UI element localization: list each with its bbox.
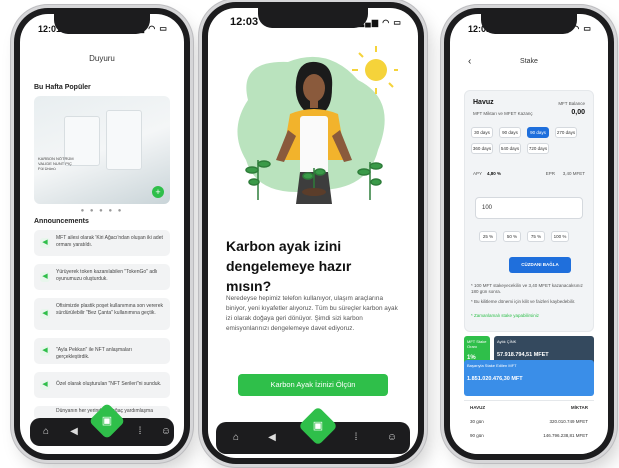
column-header-pool: HAVUZ — [470, 405, 486, 410]
megaphone-icon: ◀ — [40, 346, 50, 356]
stat-value: 1.851.020.476,30 MFT — [467, 376, 523, 382]
tab-bar: ⌂ ◀ ▣ ⁞ ☺ — [30, 402, 174, 446]
megaphone-icon[interactable]: ◀ — [68, 426, 80, 438]
balance-value: 0,00 — [571, 109, 585, 116]
total-staked-card: Başarıyla Stake Edilen MFT 1.851.020.476… — [464, 360, 594, 396]
pool-name: Havuz — [473, 99, 494, 106]
stat-label: Başarıyla Stake Edilen MFT — [467, 363, 517, 368]
phone-stake: 12:01 ▂▄▆ ◠ ▭ ‹ Stake Havuz MFT Miktarı … — [444, 8, 614, 460]
carbon-screen: 12:03 ▂▄▆ ◠ ▭ Karbon ayak izini dengelem… — [208, 8, 418, 458]
notch — [54, 14, 150, 34]
announcement-text: Yürüyerek token kazanılabilen "TokenGo" … — [56, 269, 158, 282]
product-image — [106, 110, 142, 170]
pool-table: HAVUZ MİKTAR 30 gün 320.010.749 MFET 90 … — [464, 400, 594, 454]
announcement-item[interactable]: ◀ Yürüyerek token kazanılabilen "TokenGo… — [34, 264, 170, 290]
wallet-tab[interactable]: ▣ — [88, 402, 126, 440]
wallet-icon: ▣ — [312, 420, 324, 432]
notch — [258, 8, 368, 28]
megaphone-icon: ◀ — [40, 272, 50, 282]
notch — [481, 14, 577, 34]
megaphone-icon: ◀ — [40, 380, 50, 390]
measure-footprint-button[interactable]: Karbon Ayak İzinizi Ölçün — [238, 374, 388, 396]
megaphone-icon[interactable]: ◀ — [266, 432, 278, 444]
percent-75-button[interactable]: 75 % — [527, 231, 545, 242]
stake-screen: 12:01 ▂▄▆ ◠ ▭ ‹ Stake Havuz MFT Miktarı … — [450, 14, 608, 454]
intro-text: Neredeyse hepimiz telefon kullanıyor, ul… — [226, 295, 398, 332]
table-header: HAVUZ MİKTAR — [470, 405, 588, 410]
row-pool: 90 gün — [470, 433, 484, 438]
user-icon[interactable]: ☺ — [160, 426, 172, 438]
announcements-heading: Announcements — [34, 218, 89, 225]
popular-heading: Bu Hafta Popüler — [34, 84, 91, 91]
phone-carbon: 12:03 ▂▄▆ ◠ ▭ Karbon ayak izini dengelem… — [202, 2, 424, 464]
page-title: Karbon ayak izini dengelemeye hazır mısı… — [226, 238, 352, 294]
add-icon[interactable]: + — [152, 186, 164, 198]
footprint-icon[interactable]: ⁞ — [134, 426, 146, 438]
pool-subtitle: MFT Miktarı ve MFET Kazanç — [473, 111, 533, 116]
row-pool: 30 gün — [470, 419, 484, 424]
column-header-amount: MİKTAR — [570, 405, 588, 410]
page-title: Stake — [520, 58, 538, 65]
epr-value: 3,40 MFET — [562, 171, 585, 176]
connect-wallet-button[interactable]: CÜZDANI BAĞLA — [509, 257, 571, 273]
banner-label: KARBON NÖTRÜM VALIDE NUNT PIÇ Fül Ürünü — [38, 156, 74, 171]
announcements-screen: 12:01 ▂▄▆ ◠ ▭ Duyuru Bu Hafta Popüler KA… — [20, 14, 184, 454]
stake-pool-card: Havuz MFT Miktarı ve MFET Kazanç MFT Bal… — [464, 90, 594, 332]
duration-chip[interactable]: 90 days — [499, 127, 521, 138]
duration-chip[interactable]: 720 days — [527, 143, 549, 154]
home-icon[interactable]: ⌂ — [230, 432, 242, 444]
announcement-item[interactable]: ◀ MFT ailesi olarak 'Kiri Ağacı'ndan olu… — [34, 230, 170, 256]
home-icon[interactable]: ⌂ — [40, 426, 52, 438]
percent-25-button[interactable]: 25 % — [479, 231, 497, 242]
stat-value: 57.918.794,51 MFET — [497, 352, 549, 358]
row-amount: 146.796.238,81 MFET — [543, 433, 588, 438]
apy-label: APY — [473, 171, 483, 176]
balance-label: MFT Balance — [558, 101, 585, 106]
stake-note: * 100 MFT stakeyecekilin ve 3,40 MFET ka… — [471, 283, 583, 294]
table-row[interactable]: 30 gün 320.010.749 MFET — [470, 419, 588, 424]
epr-label: EPR — [545, 171, 555, 176]
announcement-text: Özel olarak oluşturulan "NFT Serileri"ni… — [56, 381, 162, 387]
announcement-text: MFT ailesi olarak 'Kiri Ağacı'ndan oluşa… — [56, 235, 163, 248]
duration-chip[interactable]: 540 days — [499, 143, 521, 154]
page-title: Duyuru — [89, 54, 115, 63]
stake-note: * Bu kilitleme dönemi için kilit ve faiz… — [471, 299, 576, 304]
duration-chip[interactable]: 270 days — [555, 127, 577, 138]
announcement-text: Ofisimizde plastik poşet kullanımına son… — [56, 303, 163, 316]
megaphone-icon: ◀ — [40, 309, 50, 319]
stake-note: * Zamanlamalı stake yapabilirsiniz — [471, 313, 540, 318]
duration-chip-selected[interactable]: 90 days — [527, 127, 549, 138]
percent-50-button[interactable]: 50 % — [503, 231, 521, 242]
table-row[interactable]: 90 gün 146.796.238,81 MFET — [470, 433, 588, 438]
gardening-illustration — [237, 46, 398, 204]
wallet-icon: ▣ — [101, 415, 113, 427]
wallet-tab[interactable]: ▣ — [298, 406, 338, 446]
status-time: 12:03 — [230, 16, 259, 28]
stat-label: MFT Stake Oranı — [467, 339, 487, 349]
apy-value: 4,80 % — [487, 171, 502, 176]
stake-amount-input[interactable]: 100 — [475, 197, 583, 219]
user-icon[interactable]: ☺ — [386, 432, 398, 444]
phone-announcements: 12:01 ▂▄▆ ◠ ▭ Duyuru Bu Hafta Popüler KA… — [14, 8, 190, 460]
announcement-text: "Ayla Pekkan" ile NFT anlaşmaları gerçek… — [56, 347, 132, 360]
megaphone-icon: ◀ — [40, 238, 50, 248]
footprint-icon[interactable]: ⁞ — [350, 432, 362, 444]
popular-banner[interactable]: KARBON NÖTRÜM VALIDE NUNT PIÇ Fül Ürünü … — [34, 96, 170, 204]
announcement-item[interactable]: ◀ "Ayla Pekkan" ile NFT anlaşmaları gerç… — [34, 338, 170, 364]
percent-100-button[interactable]: 100 % — [551, 231, 569, 242]
duration-chip[interactable]: 30 days — [471, 127, 493, 138]
stat-label: Aylık ÇİNK — [497, 339, 517, 344]
announcement-item[interactable]: ◀ Ofisimizde plastik poşet kullanımına s… — [34, 298, 170, 330]
announcement-item[interactable]: ◀ Özel olarak oluşturulan "NFT Serileri"… — [34, 372, 170, 398]
carousel-dots[interactable]: ● ● ● ● ● — [20, 208, 184, 214]
tab-bar: ⌂ ◀ ▣ ⁞ ☺ — [216, 406, 410, 454]
row-amount: 320.010.749 MFET — [549, 419, 588, 424]
duration-chip[interactable]: 360 days — [471, 143, 493, 154]
